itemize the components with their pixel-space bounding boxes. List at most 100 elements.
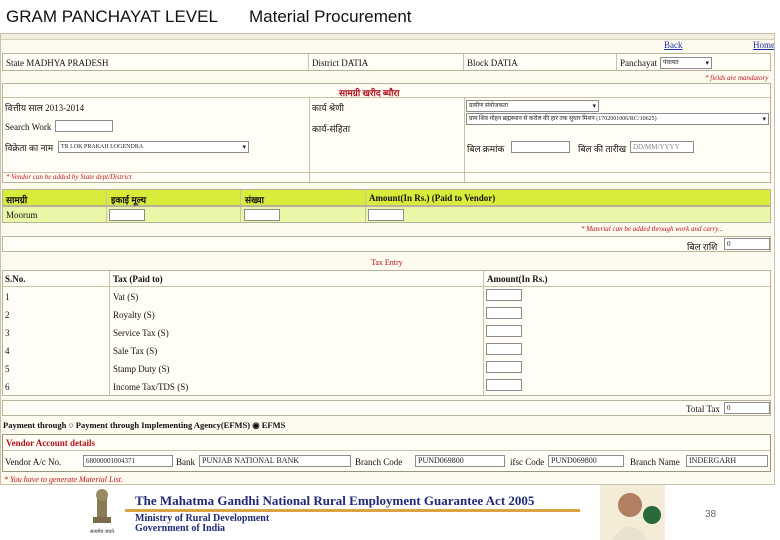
- branch-code-field: PUND069800: [415, 455, 505, 467]
- district-label: District DATIA: [312, 58, 369, 68]
- tax-amount-input[interactable]: [486, 289, 522, 301]
- branch-code-label: Branch Code: [355, 457, 403, 467]
- chevron-down-icon: ▾: [242, 143, 246, 151]
- payment-option-efms: EFMS: [261, 420, 286, 430]
- panchayat-select[interactable]: पंचायत ▾: [660, 57, 712, 69]
- tax-amount-header: Amount(In Rs.): [487, 274, 548, 284]
- back-link[interactable]: Back: [664, 40, 683, 50]
- payment-row: Payment through ○ Payment through Implem…: [3, 420, 285, 431]
- amount-input[interactable]: [368, 209, 404, 221]
- banner-divider: [125, 509, 580, 512]
- bill-total-row: बिल राशि 0: [2, 236, 771, 252]
- tax-amount-input[interactable]: [486, 325, 522, 337]
- tax-row-name: Service Tax (S): [113, 328, 169, 338]
- payment-radio-implementing[interactable]: ○: [69, 420, 74, 430]
- bank-field: PUNJAB NATIONAL BANK: [199, 455, 351, 467]
- bill-no-input[interactable]: [511, 141, 570, 153]
- tax-name-header: Tax (Paid to): [113, 274, 163, 284]
- total-tax-label: Total Tax: [686, 404, 720, 414]
- location-row: State MADHYA PRADESH District DATIA Bloc…: [2, 53, 771, 71]
- tax-sno-header: S.No.: [5, 274, 26, 284]
- chevron-down-icon: ▾: [762, 115, 766, 123]
- vendor-select[interactable]: TR LOK PRAKAH LOGENDRA ▾: [58, 141, 249, 153]
- mandatory-note: * fields are mandatory: [705, 74, 769, 82]
- bill-total-input[interactable]: 0: [724, 238, 770, 250]
- block-label: Block DATIA: [467, 58, 518, 68]
- bill-no-label: बिल क्रमांक: [467, 144, 505, 154]
- tax-table: S.No. Tax (Paid to) Amount(In Rs.) 1 Vat…: [2, 270, 771, 396]
- total-tax-input[interactable]: 0: [724, 402, 770, 414]
- vendor-account-title: Vendor Account details: [6, 438, 96, 448]
- work-category-value: ग्रामीण संयोजकता: [469, 103, 509, 109]
- gandhi-portrait-icon: [600, 485, 665, 540]
- vendor-note: * Vendor can be added by State dept/Dist…: [6, 173, 132, 181]
- unit-price-col-header: इकाई मूल्य: [111, 195, 147, 205]
- search-work-input[interactable]: [55, 120, 113, 132]
- bill-date-input[interactable]: DD/MM/YYYY: [630, 141, 694, 153]
- measure-note: * Material can be added through work and…: [581, 225, 724, 233]
- unit-price-input[interactable]: [109, 209, 145, 221]
- tax-row-name: Stamp Duty (S): [113, 364, 170, 374]
- tax-row-name: Royalty (S): [113, 310, 155, 320]
- quantity-col-header: संख्या: [245, 195, 264, 205]
- emblem-caption: सत्यमेव जयते: [89, 530, 115, 535]
- vendor-account-box: Vendor Account details Vendor A/c No. 68…: [2, 434, 771, 472]
- material-list-note: * You have to generate Material List.: [4, 475, 124, 484]
- vendor-ac-field: 68000001004371: [83, 455, 173, 467]
- tax-row-name: Sale Tax (S): [113, 346, 158, 356]
- search-work-label: Search Work: [5, 122, 52, 132]
- work-category-select[interactable]: ग्रामीण संयोजकता ▾: [466, 100, 599, 112]
- work-code-label: कार्य-संहिता: [312, 124, 351, 134]
- mgnrega-banner: सत्यमेव जयते The Mahatma Gandhi National…: [85, 485, 615, 540]
- banner-title: The Mahatma Gandhi National Rural Employ…: [135, 493, 535, 508]
- vendor-ac-label: Vendor A/c No.: [5, 457, 62, 467]
- tax-row-name: Vat (S): [113, 292, 139, 302]
- screenshot-panel: Back Home State MADHYA PRADESH District …: [0, 33, 775, 485]
- work-code-value: ग्राम शिव मोहन ब्रह्मस्थान से करोल की हा…: [469, 116, 657, 122]
- fin-year-label: वित्तीय साल 2013-2014: [5, 103, 85, 113]
- tax-row-sno: 3: [5, 328, 10, 338]
- ifsc-field: PUND069800: [548, 455, 624, 467]
- bank-label: Bank: [176, 457, 195, 467]
- payment-option-implementing: Payment through Implementing Agency(EFMS…: [75, 420, 251, 430]
- quantity-input[interactable]: [244, 209, 280, 221]
- tax-amount-input[interactable]: [486, 307, 522, 319]
- material-col-header: सामग्री: [6, 195, 28, 205]
- work-code-select[interactable]: ग्राम शिव मोहन ब्रह्मस्थान से करोल की हा…: [466, 113, 769, 125]
- tax-row-sno: 5: [5, 364, 10, 374]
- home-link[interactable]: Home: [753, 40, 774, 50]
- payment-radio-efms[interactable]: ◉: [252, 420, 259, 430]
- material-name: Moorum: [6, 210, 38, 220]
- total-tax-row: Total Tax 0: [2, 400, 771, 416]
- tax-row-sno: 4: [5, 346, 10, 356]
- panchayat-select-value: पंचायत: [663, 60, 679, 66]
- payment-label: Payment through: [3, 420, 67, 430]
- bill-date-label: बिल की तारीख: [578, 144, 627, 154]
- page-number: 38: [705, 509, 717, 520]
- tax-entry-title: Tax Entry: [371, 258, 403, 267]
- tax-amount-input[interactable]: [486, 379, 522, 391]
- material-table-row: Moorum: [2, 206, 771, 223]
- bill-total-label: बिल राशि: [687, 242, 718, 252]
- vendor-select-value: TR LOK PRAKAH LOGENDRA: [61, 144, 144, 150]
- ifsc-label: ifsc Code: [510, 457, 545, 467]
- material-table-header: सामग्री इकाई मूल्य संख्या Amount(In Rs.)…: [2, 189, 771, 206]
- tax-row-sno: 6: [5, 382, 10, 392]
- tax-row-sno: 2: [5, 310, 10, 320]
- procurement-form: सामग्री खरीद ब्यौरा वित्तीय साल 2013-201…: [2, 83, 771, 183]
- slide-title-left: GRAM PANCHAYAT LEVEL: [6, 7, 218, 26]
- chevron-down-icon: ▾: [592, 102, 596, 110]
- tax-amount-input[interactable]: [486, 343, 522, 355]
- tax-row-name: Income Tax/TDS (S): [113, 382, 189, 392]
- state-label: State MADHYA PRADESH: [6, 58, 109, 68]
- vendor-label: विक्रेता का नाम: [5, 143, 54, 153]
- panchayat-label: Panchayat: [620, 58, 657, 68]
- work-category-label: कार्य श्रेणी: [312, 103, 344, 113]
- branch-name-label: Branch Name: [630, 457, 680, 467]
- chevron-down-icon: ▾: [705, 59, 709, 67]
- tax-amount-input[interactable]: [486, 361, 522, 373]
- tax-row-sno: 1: [5, 292, 10, 302]
- cut-header-strip: [1, 34, 774, 40]
- slide-title-right: Material Procurement: [249, 7, 412, 26]
- banner-government: Government of India: [135, 523, 225, 534]
